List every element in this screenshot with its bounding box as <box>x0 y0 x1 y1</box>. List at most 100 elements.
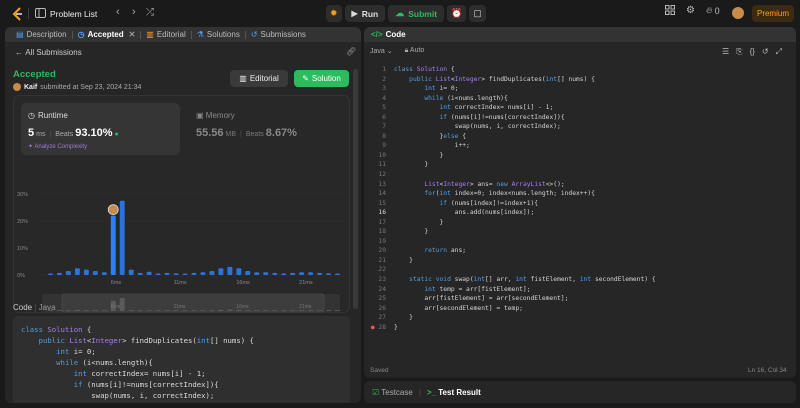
line-number: 11 <box>378 161 386 169</box>
tab-description[interactable]: ▤ Description <box>11 27 72 42</box>
code-line: } <box>394 314 413 322</box>
chart-bar <box>74 268 80 275</box>
chart-bar <box>128 269 134 275</box>
x-tick-label: 6ms <box>111 280 122 286</box>
timer-button[interactable]: ⏰ <box>447 5 467 22</box>
chart-bar <box>173 273 179 275</box>
tab-solutions[interactable]: ⚗ Solutions <box>192 27 245 42</box>
editor-options: Java ⌄ 🔒︎ Auto <box>370 47 424 55</box>
mini-bar <box>146 310 152 311</box>
line-number: 12 <box>378 171 386 179</box>
line-number: 21 <box>378 256 386 264</box>
chart-bar <box>110 215 116 275</box>
book-icon: ▥ <box>239 74 247 83</box>
cursor-position: Ln 16, Col 34 <box>748 367 787 374</box>
close-icon[interactable]: ✕ <box>129 30 136 39</box>
code-line: } <box>394 228 429 236</box>
run-button[interactable]: ▶ Run <box>344 5 386 22</box>
link-icon[interactable]: 🔗︎ <box>346 47 356 56</box>
stats-card: ◷ Runtime 5 ms | Beats 93.10% ● ✦ Analyz… <box>13 95 350 313</box>
mini-bar <box>308 310 314 311</box>
line-number: 26 <box>378 304 386 312</box>
runtime-box[interactable]: ◷ Runtime 5 ms | Beats 93.10% ● ✦ Analyz… <box>21 103 180 155</box>
premium-button[interactable]: Premium <box>752 5 794 22</box>
autosave-label: Auto <box>409 47 425 54</box>
code-line: public List<Integer> findDuplicates(int[… <box>409 75 595 83</box>
submit-button[interactable]: ☁ Submit <box>388 5 445 22</box>
analyze-complexity-link[interactable]: ✦ Analyze Complexity <box>28 143 87 150</box>
problem-list-link[interactable]: Problem List <box>50 9 97 19</box>
code-line: public List<Integer> findDuplicates(int[… <box>38 336 254 345</box>
bug-icon: ✹ <box>330 8 338 18</box>
editorial-icon: ▥ <box>146 30 154 39</box>
list-icon[interactable] <box>35 8 46 21</box>
solution-button[interactable]: ✎ Solution <box>294 70 349 87</box>
submitter-info: Kaif submitted at Sep 23, 2024 21:34 <box>13 83 141 91</box>
fire-icon: 🔥︎ <box>706 5 713 15</box>
tab-accepted[interactable]: ◷ Accepted ✕ <box>73 27 141 42</box>
divider: | <box>418 387 421 397</box>
streak-counter[interactable]: 🔥︎ 0 <box>706 5 720 16</box>
y-tick-label: 0% <box>17 273 25 279</box>
edit-icon: ✎ <box>302 74 309 83</box>
language-label: Java <box>370 48 385 55</box>
notes-button[interactable]: ▢ <box>469 5 486 22</box>
all-submissions-link[interactable]: ← All Submissions <box>15 48 82 57</box>
username[interactable]: Kaif <box>24 84 37 91</box>
runtime-label: ◷ Runtime <box>28 111 68 120</box>
left-tab-bar: ▤ Description ◷ Accepted ✕ ▥ Editorial ⚗… <box>5 27 361 42</box>
fullscreen-icon[interactable]: ⤢ <box>776 47 782 57</box>
mini-bar <box>335 310 340 311</box>
gear-icon[interactable]: ⚙ <box>686 5 695 16</box>
code-line: swap(nums, i, correctIndex); <box>21 391 215 400</box>
mini-bar <box>137 310 143 311</box>
editorial-button[interactable]: ▥ Editorial <box>230 70 288 87</box>
editor-code[interactable]: class Solution { public List<Integer> fi… <box>394 65 656 332</box>
chart-bar <box>245 270 251 275</box>
line-number: 15 <box>378 199 386 207</box>
reset-icon[interactable]: ↺ <box>762 47 769 57</box>
scrollbar[interactable] <box>353 69 358 309</box>
debug-button[interactable]: ✹ <box>326 5 342 22</box>
code-label: Code <box>13 303 33 312</box>
tab-test-result[interactable]: >_ Test Result <box>427 388 481 397</box>
code-line: arr[fistElement] = arr[secondElement]; <box>394 295 569 303</box>
tab-label: Solutions <box>206 30 240 39</box>
chart-bar <box>290 272 296 275</box>
divider: | <box>240 131 242 138</box>
line-number: 10 <box>378 151 386 159</box>
chevron-left-icon[interactable]: ‹ <box>116 7 120 18</box>
chart-bar <box>200 272 206 275</box>
avatar[interactable] <box>732 7 744 19</box>
chart-bar <box>182 273 188 275</box>
tab-testcase[interactable]: ☑ Testcase <box>372 388 413 397</box>
code-line: int temp = arr[fistElement]; <box>424 285 531 293</box>
tab-editorial[interactable]: ▥ Editorial <box>141 27 190 42</box>
runtime-distribution-chart[interactable]: 30%20%10%0%6ms11ms16ms21ms26ms6ms11ms16m… <box>14 158 351 314</box>
mini-bar <box>281 310 287 311</box>
bookmark-icon[interactable]: ⎘ <box>736 47 742 57</box>
shuffle-icon[interactable]: ⤮ <box>146 7 154 18</box>
language-select[interactable]: Java ⌄ <box>370 47 393 55</box>
tab-submissions[interactable]: ↺ Submissions <box>246 27 311 42</box>
autosave-toggle[interactable]: 🔒︎ Auto <box>405 47 425 55</box>
memory-box[interactable]: ▣ Memory 55.56 MB | Beats 8.67% <box>189 103 339 155</box>
chevron-right-icon[interactable]: › <box>132 7 136 18</box>
chart-bar <box>272 272 278 275</box>
layout-grid-icon[interactable] <box>665 5 675 15</box>
submitted-code: class Solution { public List<Integer> fi… <box>13 316 350 403</box>
chart-bar <box>317 272 323 275</box>
mini-bar <box>101 310 107 311</box>
play-icon: ▶ <box>351 9 358 18</box>
mini-bar <box>218 309 224 311</box>
mini-bar <box>299 310 305 311</box>
braces-icon[interactable]: {} <box>750 47 755 57</box>
chart-bar <box>263 272 269 275</box>
code-section-header: Code | Java <box>13 303 56 312</box>
code-line: static void swap(int[] arr, int fistElem… <box>409 276 656 284</box>
format-icon[interactable]: ☰ <box>722 47 729 57</box>
clock-icon: ◷ <box>77 30 85 39</box>
leetcode-logo[interactable] <box>11 7 24 21</box>
code-editor[interactable]: 1 2 3 4 5 6 7 8 9 10 11 12 13 14 15 16 17 18 19 20 21 22 23 24 2… <box>364 62 796 362</box>
analyze-label: Analyze Complexity <box>34 144 88 150</box>
